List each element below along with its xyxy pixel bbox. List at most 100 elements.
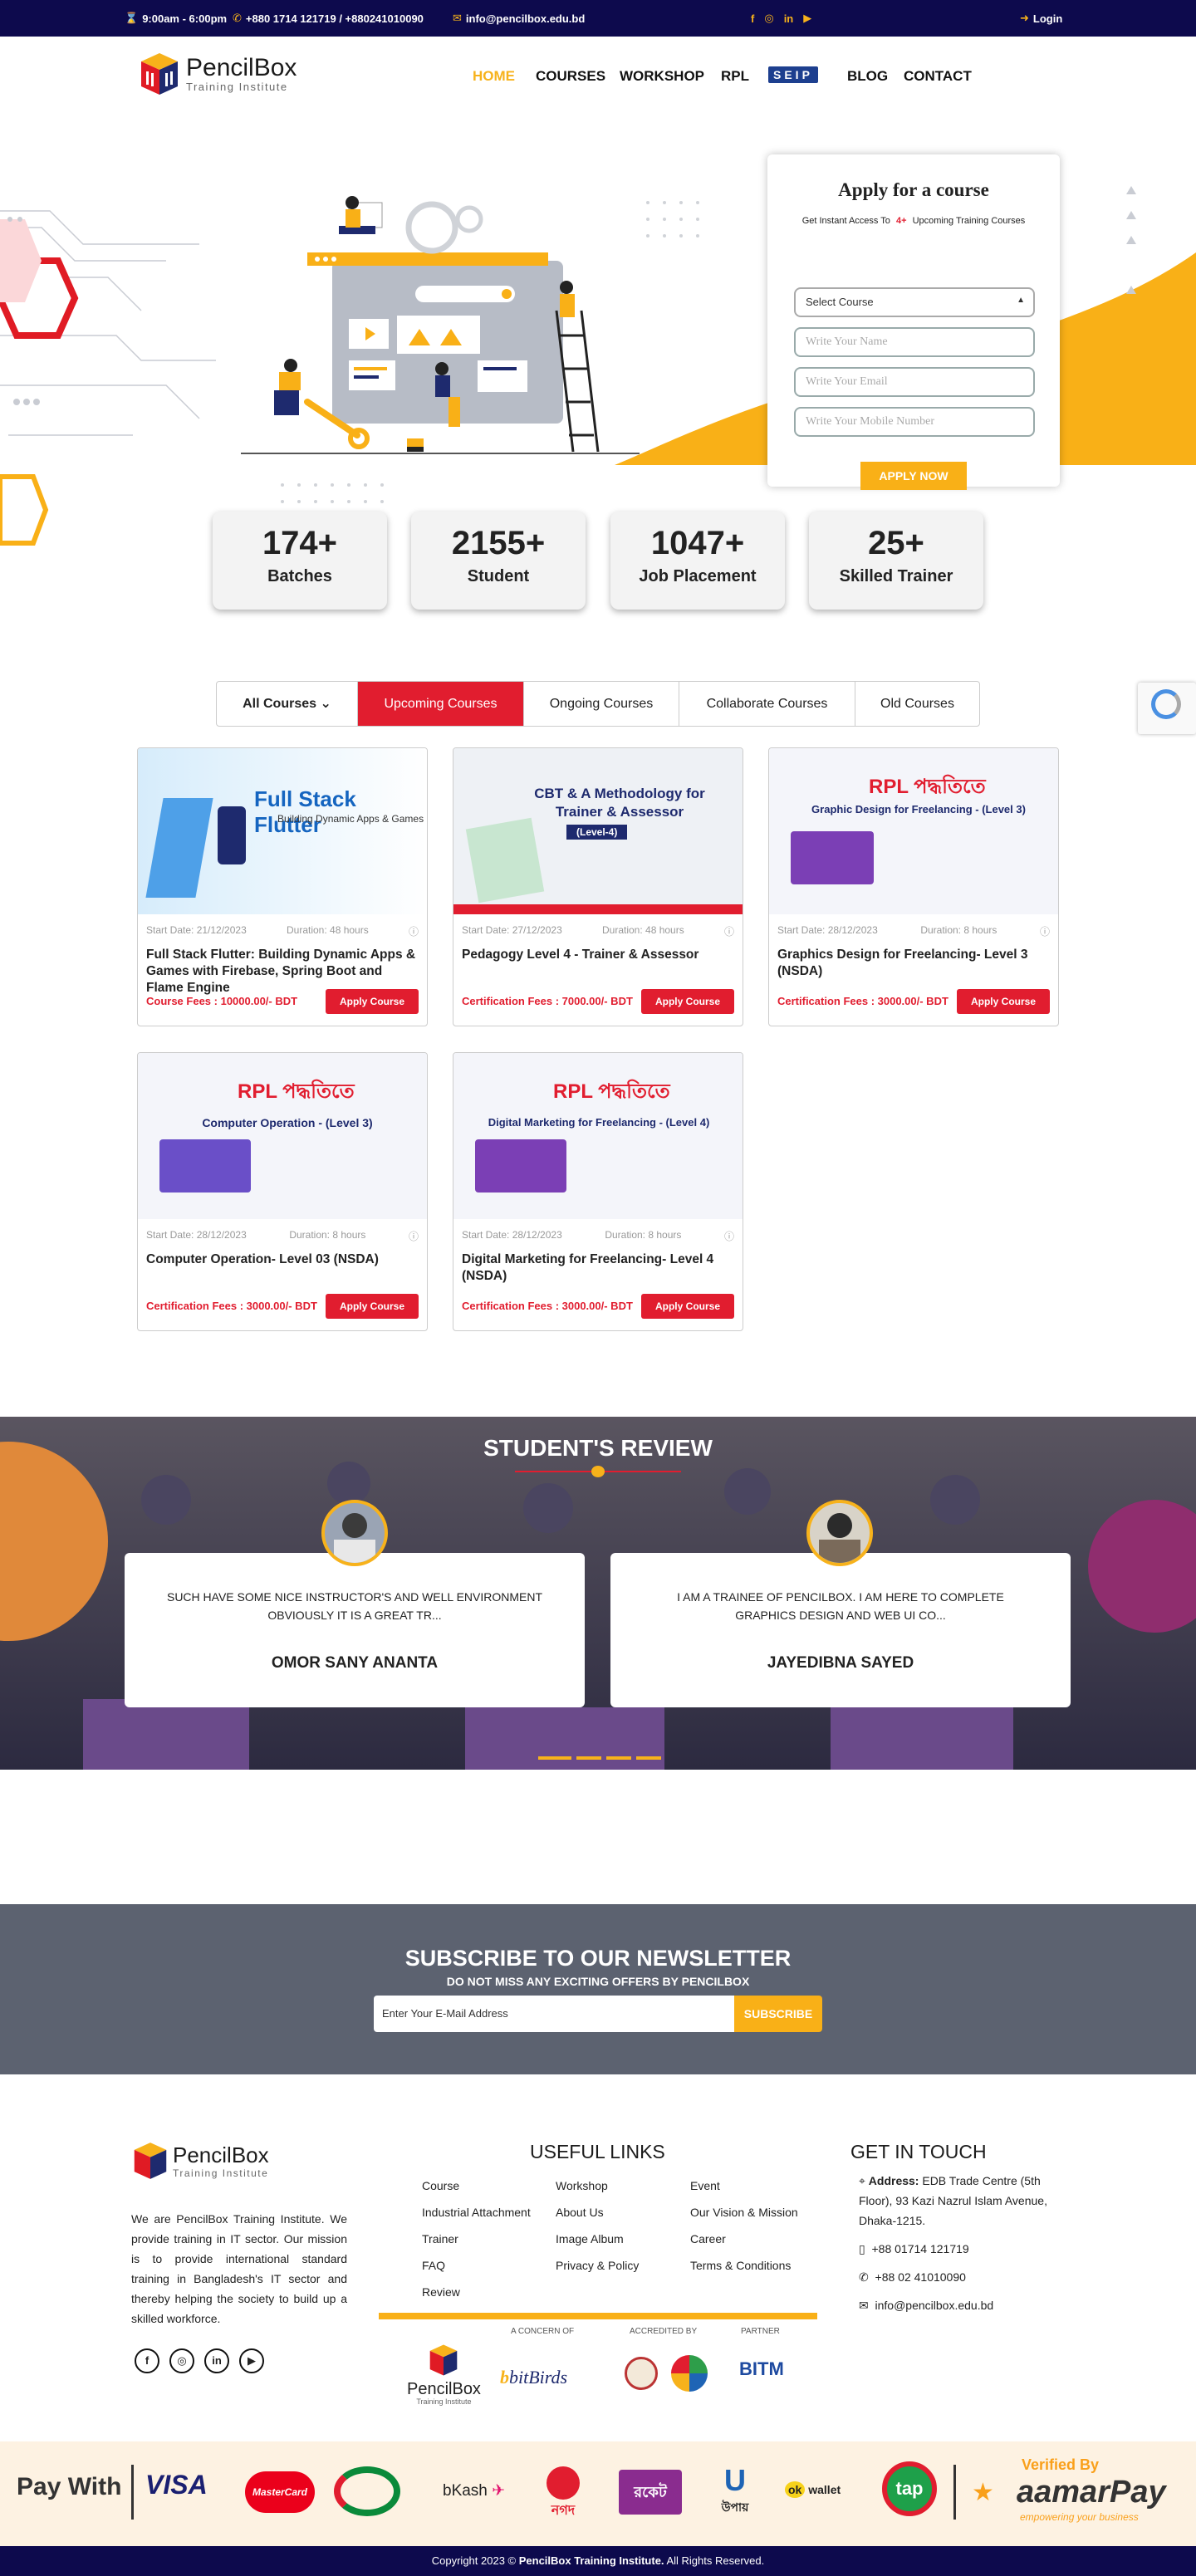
reviewer-name: OMOR SANY ANANTA (271, 1654, 439, 1672)
affiliations: A CONCERN OF ACCREDITED BY PARTNER Penci… (407, 2327, 784, 2406)
flutter-logo-icon (145, 798, 213, 898)
nav-contact[interactable]: CONTACT (904, 68, 972, 85)
contact-email[interactable]: ✉ info@pencilbox.edu.bd (859, 2299, 993, 2313)
apply-course-button[interactable]: Apply Course (641, 989, 734, 1014)
review-card: SUCH HAVE SOME NICE INSTRUCTOR'S AND WEL… (125, 1553, 585, 1707)
nav-courses[interactable]: COURSES (536, 68, 605, 85)
facebook-icon[interactable]: f (135, 2348, 159, 2373)
phone-info[interactable]: ✆ +880 1714 121719 / +880241010090 (233, 12, 424, 25)
social-top: f ◎ in ▶ (751, 12, 811, 25)
course-title[interactable]: Graphics Design for Freelancing- Level 3… (769, 938, 1058, 990)
newsletter-subtitle: DO NOT MISS ANY EXCITING OFFERS BY PENCI… (446, 1975, 750, 1988)
nav-seip[interactable]: SEIP (768, 66, 818, 83)
marketing-icon (475, 1139, 566, 1193)
bitm-logo[interactable]: BITM (739, 2358, 784, 2380)
contact-phone[interactable]: ✆ +88 02 41010090 (859, 2270, 966, 2285)
carousel-dot[interactable] (576, 1756, 601, 1760)
apply-course-button[interactable]: Apply Course (641, 1294, 734, 1319)
phone-icon: ✆ (859, 2270, 869, 2284)
course-card[interactable]: RPL পদ্ধতিতে Digital Marketing for Freel… (453, 1052, 743, 1331)
youtube-icon[interactable]: ▶ (803, 12, 811, 25)
footer-link[interactable]: Our Vision & Mission (690, 2199, 798, 2226)
payment-methods-bar: Pay With VISA MasterCard bKash ✈ নগদ রকে… (0, 2441, 1196, 2546)
course-title[interactable]: Computer Operation- Level 03 (NSDA) (138, 1243, 427, 1295)
instagram-icon[interactable]: ◎ (764, 12, 773, 25)
apply-course-button[interactable]: Apply Course (957, 989, 1050, 1014)
tab-upcoming-courses[interactable]: Upcoming Courses (358, 682, 524, 726)
footer-link[interactable]: Privacy & Policy (556, 2252, 639, 2279)
footer-link[interactable]: Career (690, 2226, 798, 2252)
carousel-dot[interactable] (538, 1756, 571, 1760)
footer-link[interactable]: Course (422, 2172, 531, 2199)
copyright-org-link[interactable]: PencilBox Training Institute. (519, 2554, 664, 2567)
pencilbox-affiliation-logo: PencilBox Training Institute (407, 2343, 481, 2406)
course-title[interactable]: Full Stack Flutter: Building Dynamic App… (138, 938, 427, 995)
useful-links-title: USEFUL LINKS (530, 2141, 665, 2162)
footer-link[interactable]: Workshop (556, 2172, 639, 2199)
course-card[interactable]: RPL পদ্ধতিতে Graphic Design for Freelanc… (768, 747, 1059, 1026)
course-card[interactable]: RPL পদ্ধতিতে Computer Operation - (Level… (137, 1052, 428, 1331)
tab-collaborate-courses[interactable]: Collaborate Courses (679, 682, 855, 726)
instagram-icon[interactable]: ◎ (169, 2348, 194, 2373)
tab-ongoing-courses[interactable]: Ongoing Courses (524, 682, 679, 726)
mobile-icon: ▯ (859, 2242, 865, 2255)
course-card[interactable]: CBT & A Methodology for Trainer & Assess… (453, 747, 743, 1026)
nav-home[interactable]: HOME (473, 68, 515, 85)
mobile-field[interactable]: Write Your Mobile Number (794, 407, 1035, 437)
carousel-dot[interactable] (636, 1756, 661, 1760)
subscribe-button[interactable]: SUBSCRIBE (734, 1996, 822, 2032)
rocket-logo: রকেট (619, 2470, 682, 2515)
upay-logo: U উপায় (721, 2463, 749, 2514)
footer-link[interactable]: Industrial Attachment (422, 2199, 531, 2226)
course-title[interactable]: Digital Marketing for Freelancing- Level… (453, 1243, 743, 1295)
facebook-icon[interactable]: f (751, 12, 754, 25)
main-navbar: PencilBox Training Institute HOME COURSE… (0, 37, 1196, 120)
linkedin-icon[interactable]: in (784, 12, 794, 25)
carousel-dot[interactable] (606, 1756, 631, 1760)
course-card[interactable]: Full Stack Flutter Building Dynamic Apps… (137, 747, 428, 1026)
stat-students: 2155+ Student (411, 512, 586, 610)
apply-course-button[interactable]: Apply Course (326, 989, 419, 1014)
footer-link[interactable]: Image Album (556, 2226, 639, 2252)
recaptcha-badge[interactable] (1138, 683, 1196, 734)
nav-blog[interactable]: BLOG (847, 68, 888, 85)
newsletter-section: SUBSCRIBE TO OUR NEWSLETTER DO NOT MISS … (0, 1904, 1196, 2074)
course-title[interactable]: Pedagogy Level 4 - Trainer & Assessor (453, 938, 743, 990)
footer-link[interactable]: Trainer (422, 2226, 531, 2252)
hero-illustration (241, 196, 640, 454)
info-icon: ⓘ (1039, 926, 1050, 938)
email-field[interactable]: Write Your Email (794, 367, 1035, 397)
footer-links-col1: Course Industrial Attachment Trainer FAQ Rev… (422, 2172, 531, 2305)
bitbirds-logo[interactable]: bbitBirds (500, 2367, 567, 2388)
chevron-down-icon: ▲ (1017, 296, 1025, 305)
review-quote: SUCH HAVE SOME NICE INSTRUCTOR'S AND WEL… (166, 1590, 543, 1622)
contact-mobile[interactable]: ▯ +88 01714 121719 (859, 2242, 969, 2256)
tab-old-courses[interactable]: Old Courses (855, 682, 979, 726)
email-info[interactable]: ✉ info@pencilbox.edu.bd (453, 12, 585, 25)
footer-link[interactable]: Terms & Conditions (690, 2252, 798, 2279)
top-bar: ⌛ 9:00am - 6:00pm ✆ +880 1714 121719 / +88… (0, 0, 1196, 37)
footer-link[interactable]: About Us (556, 2199, 639, 2226)
apply-now-button[interactable]: APPLY NOW (860, 462, 967, 490)
youtube-icon[interactable]: ▶ (239, 2348, 264, 2373)
apply-course-button[interactable]: Apply Course (326, 1294, 419, 1319)
footer-link[interactable]: Review (422, 2279, 531, 2305)
course-select[interactable]: Select Course ▲ (794, 287, 1035, 317)
pencilbox-logo-icon (134, 2143, 167, 2179)
nav-workshop[interactable]: WORKSHOP (620, 68, 704, 85)
newsletter-email-input[interactable]: Enter Your E-Mail Address (374, 1996, 739, 2032)
login-link[interactable]: ➜ Login (1020, 12, 1062, 25)
nagad-logo: নগদ (543, 2466, 583, 2525)
site-logo[interactable]: PencilBox Training Institute (140, 51, 297, 96)
nav-rpl[interactable]: RPL (721, 68, 749, 85)
footer-about: We are PencilBox Training Institute. We … (131, 2212, 347, 2325)
student-review-section: STUDENT'S REVIEW SUCH HAVE SOME NICE INS… (0, 1417, 1196, 1770)
certificate-icon (465, 817, 545, 904)
footer-link[interactable]: FAQ (422, 2252, 531, 2279)
bkash-logo: bKash ✈ (443, 2482, 506, 2500)
name-field[interactable]: Write Your Name (794, 327, 1035, 357)
linkedin-icon[interactable]: in (204, 2348, 229, 2373)
footer-link[interactable]: Event (690, 2172, 798, 2199)
tab-all-courses[interactable]: All Courses ⌄ (217, 682, 358, 726)
footer-logo[interactable]: PencilBox Training Institute (133, 2141, 269, 2181)
